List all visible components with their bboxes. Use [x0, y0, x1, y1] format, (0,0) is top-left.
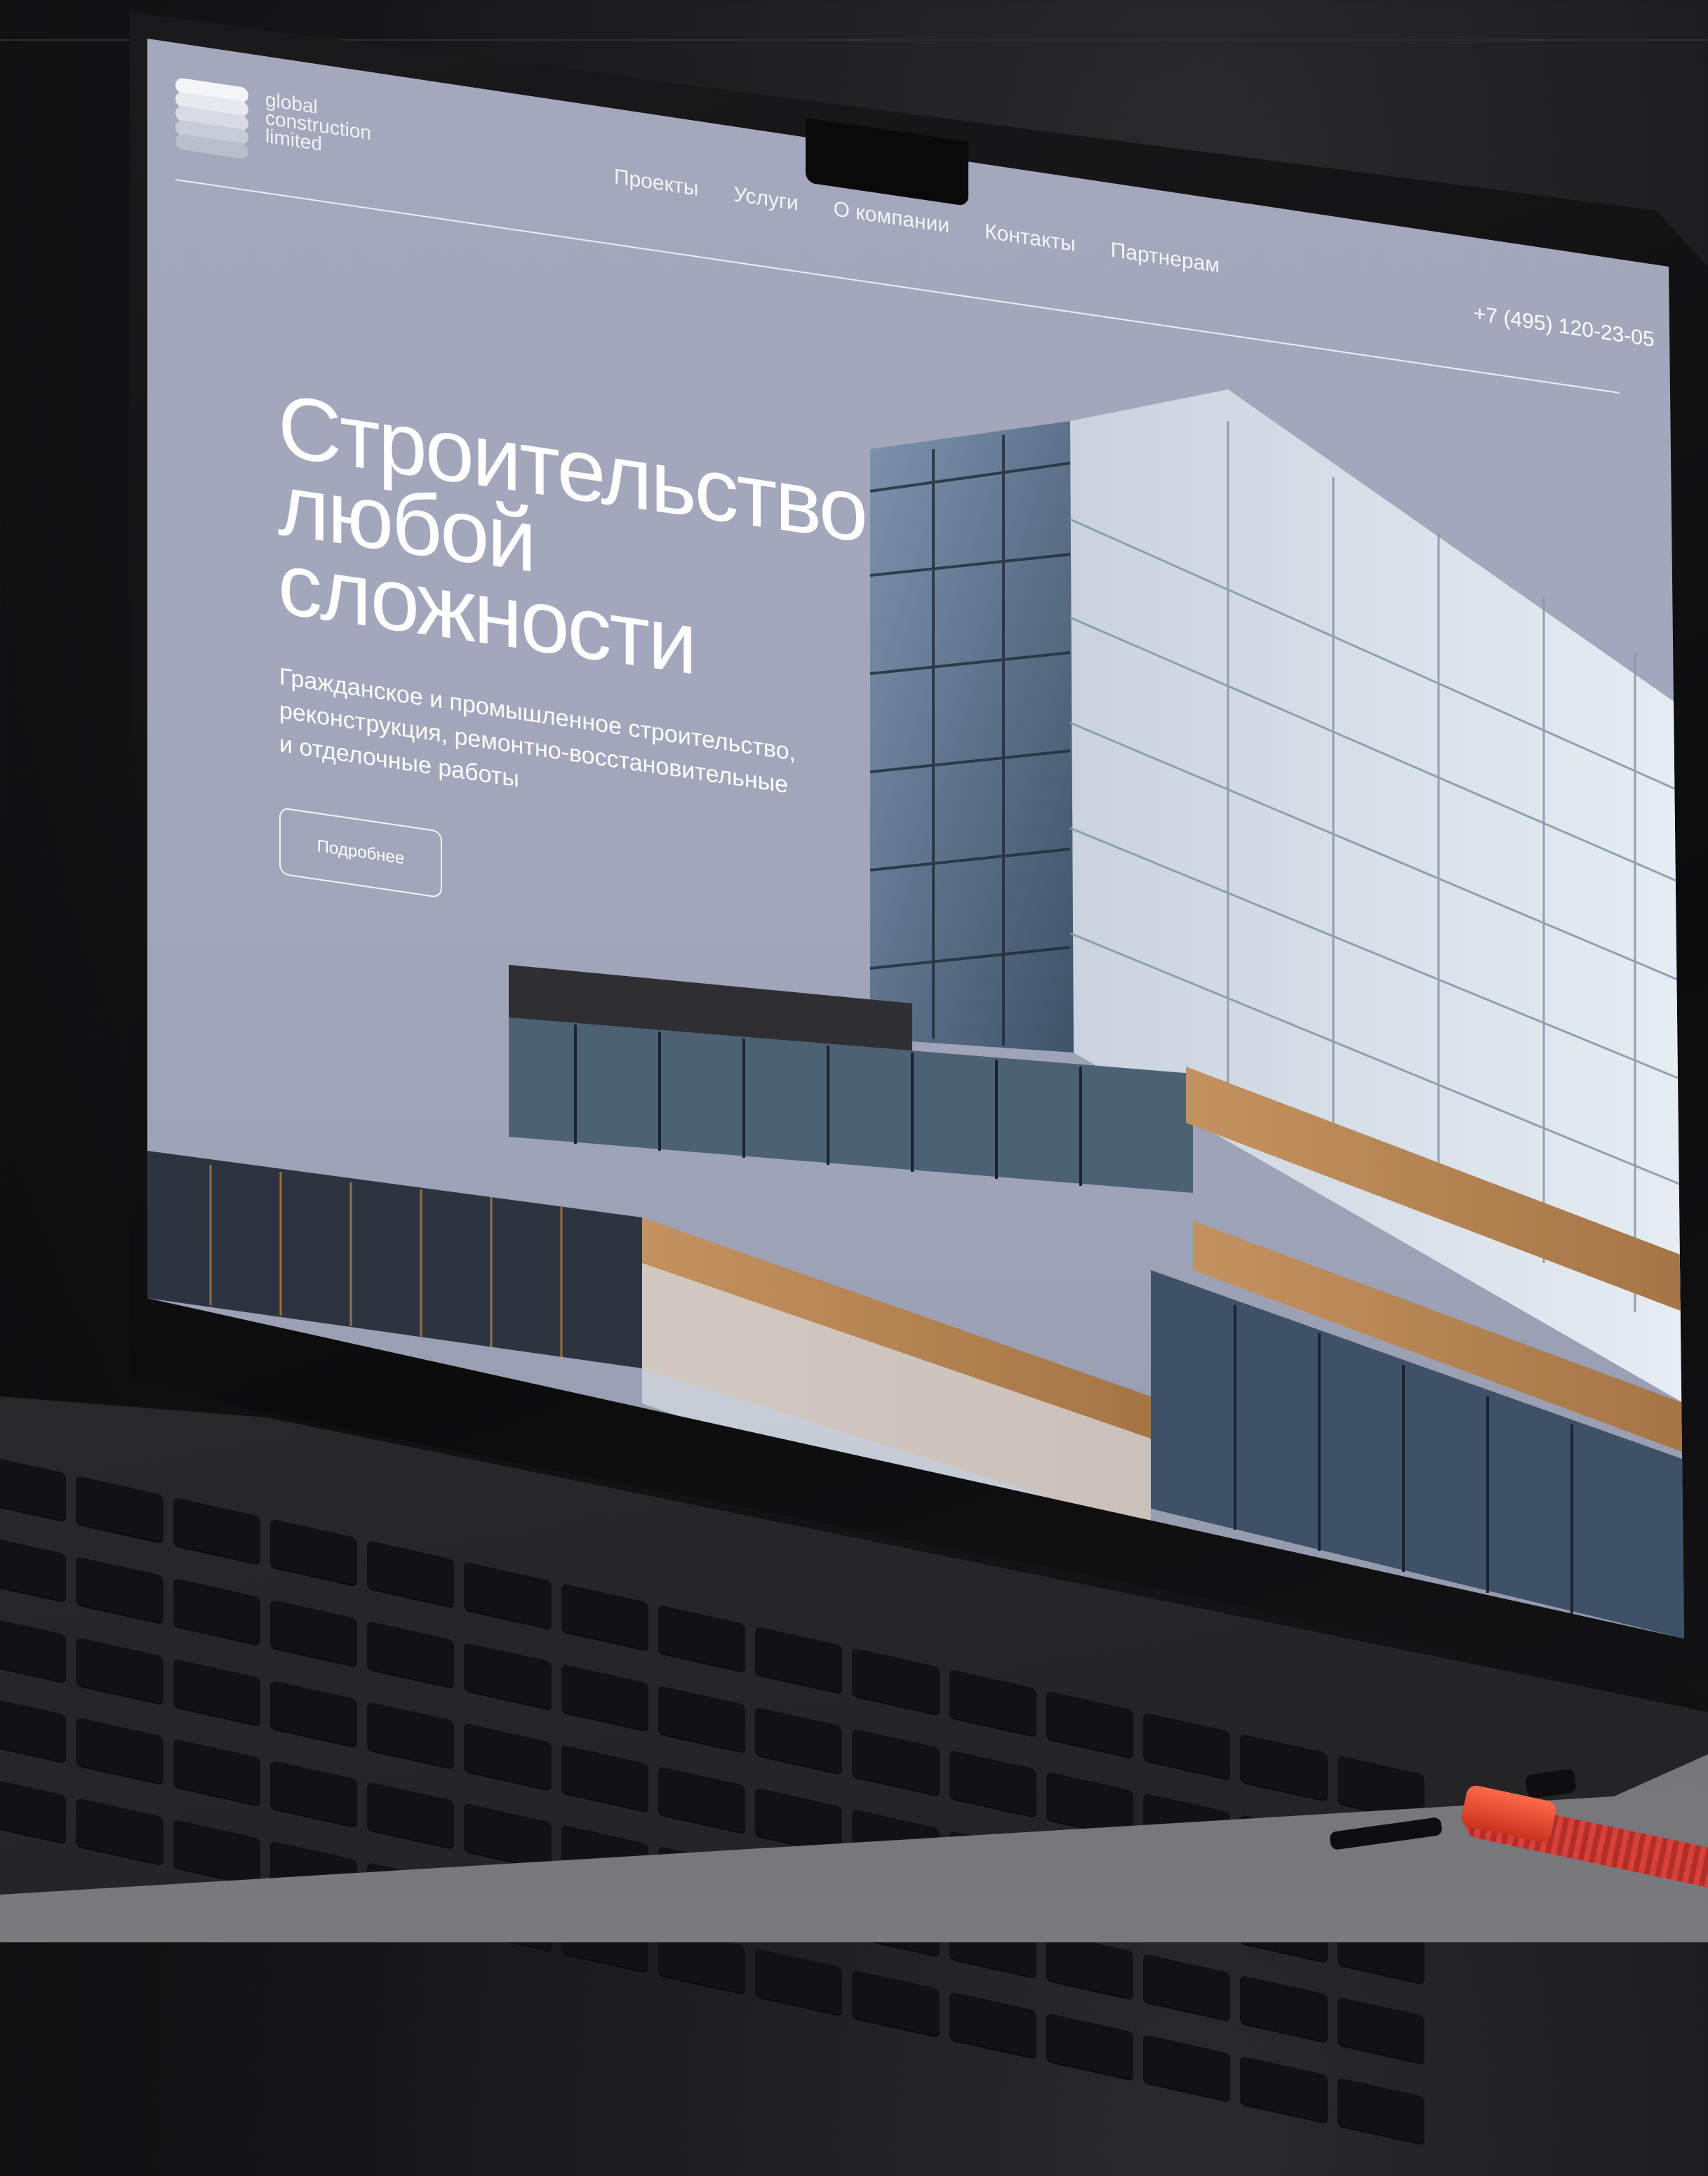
key — [852, 1648, 940, 1716]
nav-item-contacts[interactable]: Контакты — [985, 220, 1076, 257]
key — [173, 1497, 260, 1566]
key — [0, 1776, 67, 1845]
key — [658, 1685, 746, 1754]
logo-mark-icon — [175, 77, 248, 163]
more-button[interactable]: Подробнее — [279, 807, 442, 899]
key — [561, 1583, 648, 1652]
nav-item-partners[interactable]: Партнерам — [1111, 239, 1220, 279]
key — [1337, 2077, 1425, 2147]
key — [1143, 1954, 1231, 2022]
key — [1046, 1690, 1134, 1759]
key — [0, 1695, 67, 1765]
key — [852, 1728, 940, 1797]
key — [464, 1723, 552, 1791]
key — [1337, 1996, 1425, 2066]
main-nav: Проекты Услуги О компании Контакты Партн… — [614, 165, 1220, 278]
key — [76, 1798, 164, 1867]
key — [755, 1707, 843, 1775]
key — [949, 1749, 1036, 1819]
key — [755, 1948, 843, 2017]
key — [561, 1744, 648, 1813]
nav-item-about[interactable]: О компании — [834, 197, 949, 238]
logo[interactable]: global construction limited — [175, 77, 371, 182]
key — [173, 1738, 260, 1808]
key — [367, 1620, 455, 1690]
key — [269, 1518, 358, 1587]
key — [561, 1663, 648, 1733]
key — [269, 1679, 358, 1749]
key — [76, 1475, 164, 1544]
key — [949, 1669, 1036, 1738]
key — [173, 1577, 260, 1646]
key — [464, 1803, 552, 1872]
logo-text: global construction limited — [265, 88, 371, 161]
key — [464, 1561, 552, 1631]
key — [464, 1642, 552, 1711]
key — [658, 1604, 746, 1674]
key — [0, 1535, 67, 1603]
key — [0, 1615, 67, 1684]
key — [755, 1626, 843, 1695]
phone-link[interactable]: +7 (495) 120-23-05 — [1474, 302, 1655, 352]
key — [367, 1701, 455, 1770]
key — [269, 1598, 358, 1668]
key — [173, 1819, 260, 1888]
key — [1143, 1712, 1231, 1781]
key — [949, 1991, 1036, 2060]
key — [76, 1556, 164, 1625]
hero-title: Строительство любой сложности — [278, 375, 866, 709]
key — [76, 1636, 164, 1706]
key — [0, 1454, 67, 1523]
nav-item-projects[interactable]: Проекты — [614, 165, 698, 201]
key — [852, 1970, 940, 2038]
key — [1240, 1733, 1328, 1803]
key — [1046, 2013, 1134, 2082]
key — [367, 1540, 455, 1609]
nav-item-services[interactable]: Услуги — [733, 182, 798, 216]
key — [269, 1760, 358, 1829]
key — [1240, 1975, 1328, 2044]
key — [173, 1658, 260, 1727]
key — [1046, 1932, 1134, 2001]
key — [1143, 2034, 1231, 2103]
key — [1240, 2055, 1328, 2125]
key — [658, 1766, 746, 1834]
key — [367, 1782, 455, 1850]
key — [76, 1717, 164, 1786]
